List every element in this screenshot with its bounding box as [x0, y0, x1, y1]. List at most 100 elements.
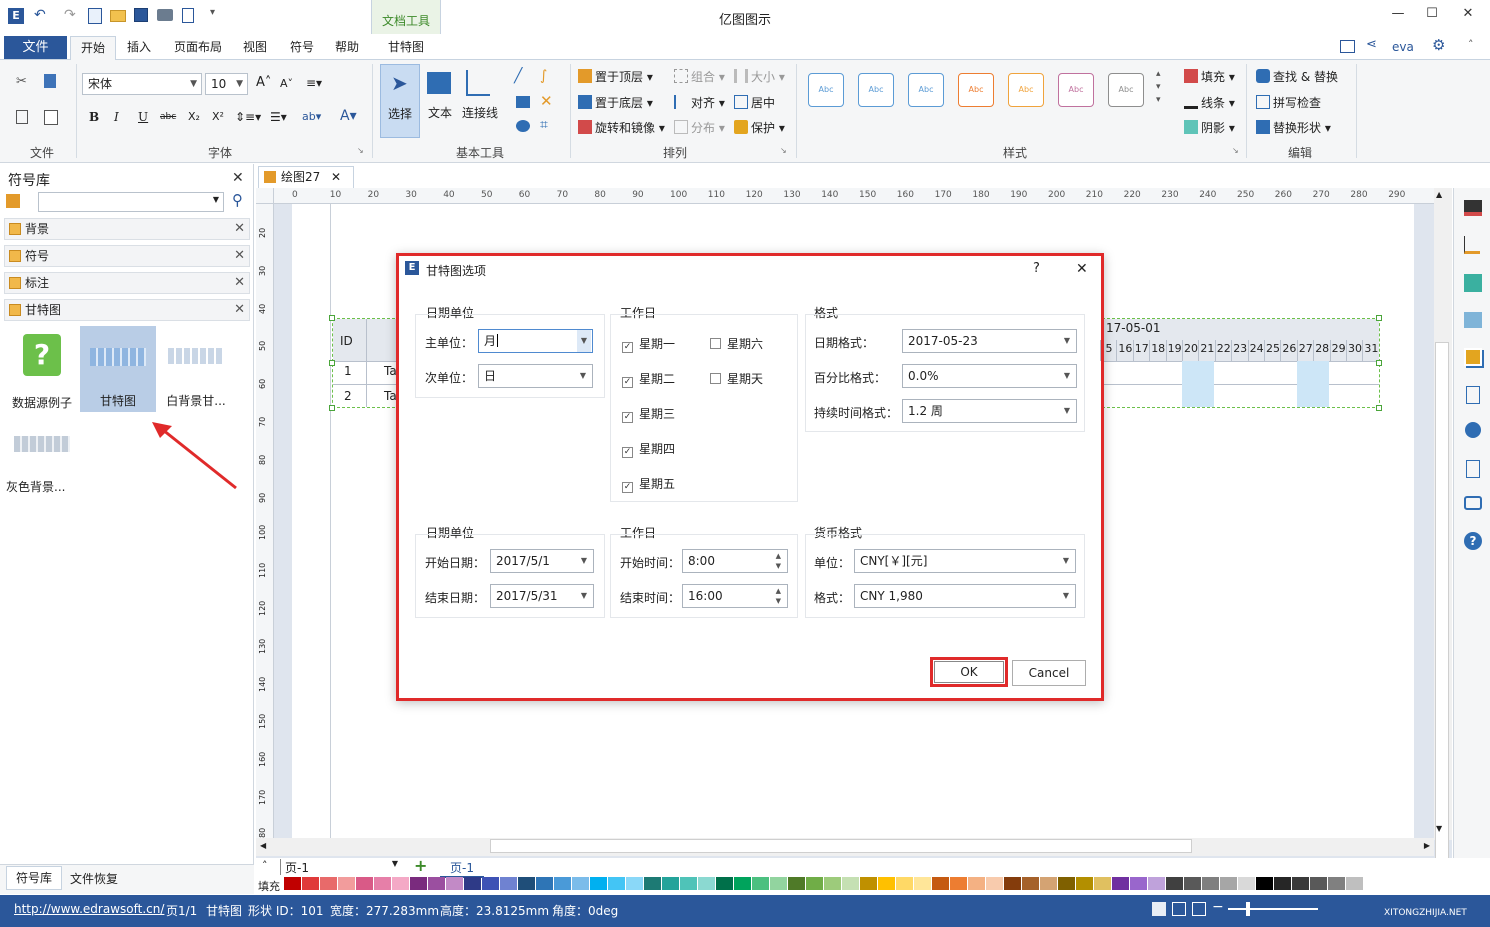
palette-swatch[interactable] — [536, 877, 553, 890]
category-close-icon[interactable]: ✕ — [234, 300, 245, 320]
lib-item-gantt[interactable]: 甘特图 — [80, 326, 156, 412]
close-button[interactable]: ✕ — [1458, 6, 1478, 26]
page-tab[interactable]: 页-1 — [440, 859, 484, 878]
palette-swatch[interactable] — [770, 877, 787, 890]
palette-swatch[interactable] — [914, 877, 931, 890]
palette-swatch[interactable] — [482, 877, 499, 890]
palette-swatch[interactable] — [1184, 877, 1201, 890]
fill-swatch-icon[interactable] — [1464, 274, 1482, 292]
currency-unit-select[interactable]: CNY[￥][元] ▼ — [854, 549, 1076, 573]
vertical-scrollbar[interactable]: ▲ ▼ — [1434, 188, 1452, 866]
style-swatch[interactable]: Abc — [1058, 73, 1094, 107]
category-close-icon[interactable]: ✕ — [234, 246, 245, 266]
palette-swatch[interactable] — [842, 877, 859, 890]
find-replace-button[interactable]: 查找 & 替换 — [1256, 68, 1338, 85]
share-screen-icon[interactable] — [1340, 40, 1355, 53]
workday-checkbox[interactable]: ✓ 星期四 — [622, 440, 675, 458]
date-format-select[interactable]: 2017-05-23 ▼ — [902, 329, 1077, 353]
palette-swatch[interactable] — [824, 877, 841, 890]
rectangle-tool-icon[interactable] — [516, 96, 530, 108]
palette-swatch[interactable] — [1166, 877, 1183, 890]
workday-checkbox[interactable]: ✓ 星期五 — [622, 475, 675, 493]
duration-format-select[interactable]: 1.2 周 ▼ — [902, 399, 1077, 423]
tab-symbol[interactable]: 符号 — [283, 36, 321, 59]
palette-swatch[interactable] — [572, 877, 589, 890]
format-icon[interactable] — [1464, 200, 1482, 216]
palette-swatch[interactable] — [986, 877, 1003, 890]
collapse-ribbon-icon[interactable]: ˄ — [1468, 38, 1474, 51]
palette-swatch[interactable] — [608, 877, 625, 890]
bold-icon[interactable]: B — [89, 110, 99, 124]
italic-icon[interactable]: I — [114, 110, 119, 124]
palette-swatch[interactable] — [410, 877, 427, 890]
help-icon[interactable]: ? — [1464, 532, 1482, 550]
lib-item-data-source[interactable]: ? 数据源例子 — [4, 328, 80, 414]
font-color-icon[interactable]: A▾ — [340, 108, 357, 124]
style-swatch[interactable]: Abc — [958, 73, 994, 107]
workday-checkbox[interactable]: ✓ 星期三 — [622, 405, 675, 423]
underline-icon[interactable]: U — [138, 110, 148, 124]
lib-category[interactable]: 甘特图 ✕ — [4, 299, 250, 321]
share-icon[interactable]: ⋖ — [1366, 37, 1377, 52]
tab-home[interactable]: 开始 — [70, 36, 116, 61]
horizontal-scrollbar[interactable]: ◀ ▶ — [256, 838, 1434, 856]
palette-swatch[interactable] — [752, 877, 769, 890]
palette-swatch[interactable] — [806, 877, 823, 890]
palette-swatch[interactable] — [1256, 877, 1273, 890]
palette-swatch[interactable] — [1022, 877, 1039, 890]
image-icon[interactable] — [1464, 312, 1482, 328]
palette-swatch[interactable] — [1310, 877, 1327, 890]
palette-swatch[interactable] — [356, 877, 373, 890]
palette-swatch[interactable] — [1040, 877, 1057, 890]
distribute-button[interactable]: 分布 ▾ — [674, 119, 725, 136]
palette-swatch[interactable] — [1130, 877, 1147, 890]
palette-swatch[interactable] — [1094, 877, 1111, 890]
globe-icon[interactable] — [1465, 422, 1481, 438]
workday-checkbox[interactable]: ✓ 星期一 — [622, 335, 675, 353]
style-dialog-launcher-icon[interactable]: ↘ — [1232, 146, 1239, 155]
curve-tool-icon[interactable]: ∫ — [540, 68, 547, 84]
palette-swatch[interactable] — [1202, 877, 1219, 890]
lib-item-gray-gantt[interactable]: 灰色背景... — [4, 424, 80, 510]
lib-category[interactable]: 符号 ✕ — [4, 245, 250, 267]
end-time-spinner[interactable]: 16:00 ▲ ▼ — [682, 584, 788, 608]
cancel-button[interactable]: Cancel — [1012, 660, 1086, 686]
palette-swatch[interactable] — [518, 877, 535, 890]
page-bar-collapse-icon[interactable]: ˄ — [262, 859, 268, 872]
line-button[interactable]: 线条 ▾ — [1184, 94, 1235, 111]
lib-category[interactable]: 标注 ✕ — [4, 272, 250, 294]
font-size-select[interactable]: 10 ▼ — [205, 73, 248, 95]
fill-button[interactable]: 填充 ▾ — [1184, 68, 1235, 85]
page-icon[interactable] — [1466, 386, 1480, 404]
bring-to-front-button[interactable]: 置于顶层 ▾ — [578, 68, 653, 85]
library-menu-icon[interactable] — [6, 194, 20, 208]
palette-swatch[interactable] — [680, 877, 697, 890]
palette-swatch[interactable] — [338, 877, 355, 890]
workday-checkbox[interactable]: ✓ 星期二 — [622, 370, 675, 388]
palette-swatch[interactable] — [644, 877, 661, 890]
palette-swatch[interactable] — [428, 877, 445, 890]
text-tool-icon[interactable] — [427, 72, 451, 94]
palette-swatch[interactable] — [1148, 877, 1165, 890]
category-close-icon[interactable]: ✕ — [234, 273, 245, 293]
grow-font-icon[interactable]: A˄ — [256, 75, 271, 90]
palette-swatch[interactable] — [626, 877, 643, 890]
tab-view[interactable]: 视图 — [236, 36, 274, 59]
user-name[interactable]: eva — [1392, 40, 1414, 54]
category-close-icon[interactable]: ✕ — [234, 219, 245, 239]
palette-swatch[interactable] — [1274, 877, 1291, 890]
status-url[interactable]: http://www.edrawsoft.cn/ — [14, 902, 164, 916]
minor-unit-select[interactable]: 日 ▼ — [478, 364, 593, 388]
send-to-back-button[interactable]: 置于底层 ▾ — [578, 94, 653, 111]
line-spacing-icon[interactable]: ≡▾ — [306, 76, 322, 90]
palette-swatch[interactable] — [392, 877, 409, 890]
protect-button[interactable]: 保护 ▾ — [734, 119, 785, 136]
palette-swatch[interactable] — [446, 877, 463, 890]
strikethrough-icon[interactable]: abc — [160, 112, 176, 122]
palette-swatch[interactable] — [1328, 877, 1345, 890]
palette-swatch[interactable] — [554, 877, 571, 890]
palette-swatch[interactable] — [896, 877, 913, 890]
comment-icon[interactable] — [1464, 496, 1482, 510]
tab-file[interactable]: 文件 — [4, 36, 67, 59]
start-time-spinner[interactable]: 8:00 ▲ ▼ — [682, 549, 788, 573]
